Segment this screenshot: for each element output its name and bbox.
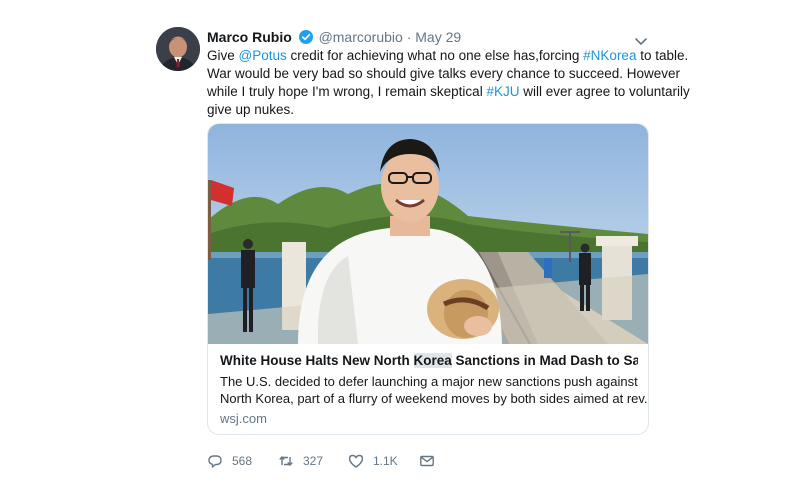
text-segment: to table. [636,48,689,63]
reply-icon [208,455,222,468]
reply-button[interactable]: 568 [207,452,252,470]
card-description-line: North Korea, part of a flurry of weekend… [220,391,649,406]
chevron-down-icon[interactable] [634,34,648,45]
like-count: 1.1K [373,454,398,468]
verified-badge-icon [298,30,313,44]
avatar[interactable] [156,27,200,71]
text-segment: Sanctions in Mad Dash to Save ... [455,353,638,368]
like-button[interactable]: 1.1K [348,452,398,470]
text-segment: while I truly hope I'm wrong, I remain s… [207,84,487,99]
hashtag-link[interactable]: #KJU [486,84,519,99]
reply-count: 568 [232,454,253,468]
retweet-button[interactable]: 327 [278,452,323,470]
tweet-text-line: while I truly hope I'm wrong, I remain s… [207,83,690,101]
mention-link[interactable]: @Potus [239,48,287,63]
highlighted-keyword: Korea [413,353,452,368]
tweet[interactable]: Marco Rubio @marcorubio · May 29 Give @P… [0,0,800,494]
tweet-text-line: Give @Potus credit for achieving what no… [207,47,688,65]
tweet-text-line: War would be very bad so should give tal… [207,66,680,81]
card-description: The U.S. decided to defer launching a ma… [220,373,649,407]
card-title[interactable]: White House Halts New North Korea Sancti… [220,353,638,368]
retweet-icon [279,456,293,466]
display-name[interactable]: Marco Rubio [207,29,292,45]
separator-dot: · [406,29,412,45]
envelope-icon [420,455,434,467]
link-preview-card[interactable]: White House Halts New North Korea Sancti… [207,123,649,435]
direct-message-button[interactable] [419,452,444,470]
text-segment: will ever agree to voluntarily [519,84,690,99]
text-segment: White House Halts New North [220,353,414,368]
card-text: White House Halts New North Korea Sancti… [220,353,649,426]
text-segment: credit for achieving what no one else ha… [286,48,584,63]
hashtag-link[interactable]: #NKorea [583,48,636,63]
heart-icon [348,454,364,468]
tweet-text-line: give up nukes. [207,102,295,117]
card-image[interactable] [208,124,648,344]
card-description-line: The U.S. decided to defer launching a ma… [220,374,638,389]
tweet-date[interactable]: May 29 [415,29,461,45]
tweet-header: Marco Rubio @marcorubio · May 29 [207,29,461,45]
card-domain: wsj.com [220,411,267,426]
tweet-text: Give @Potus credit for achieving what no… [207,47,690,119]
handle[interactable]: @marcorubio [319,29,403,45]
retweet-count: 327 [303,454,324,468]
text-segment: Give [207,48,239,63]
